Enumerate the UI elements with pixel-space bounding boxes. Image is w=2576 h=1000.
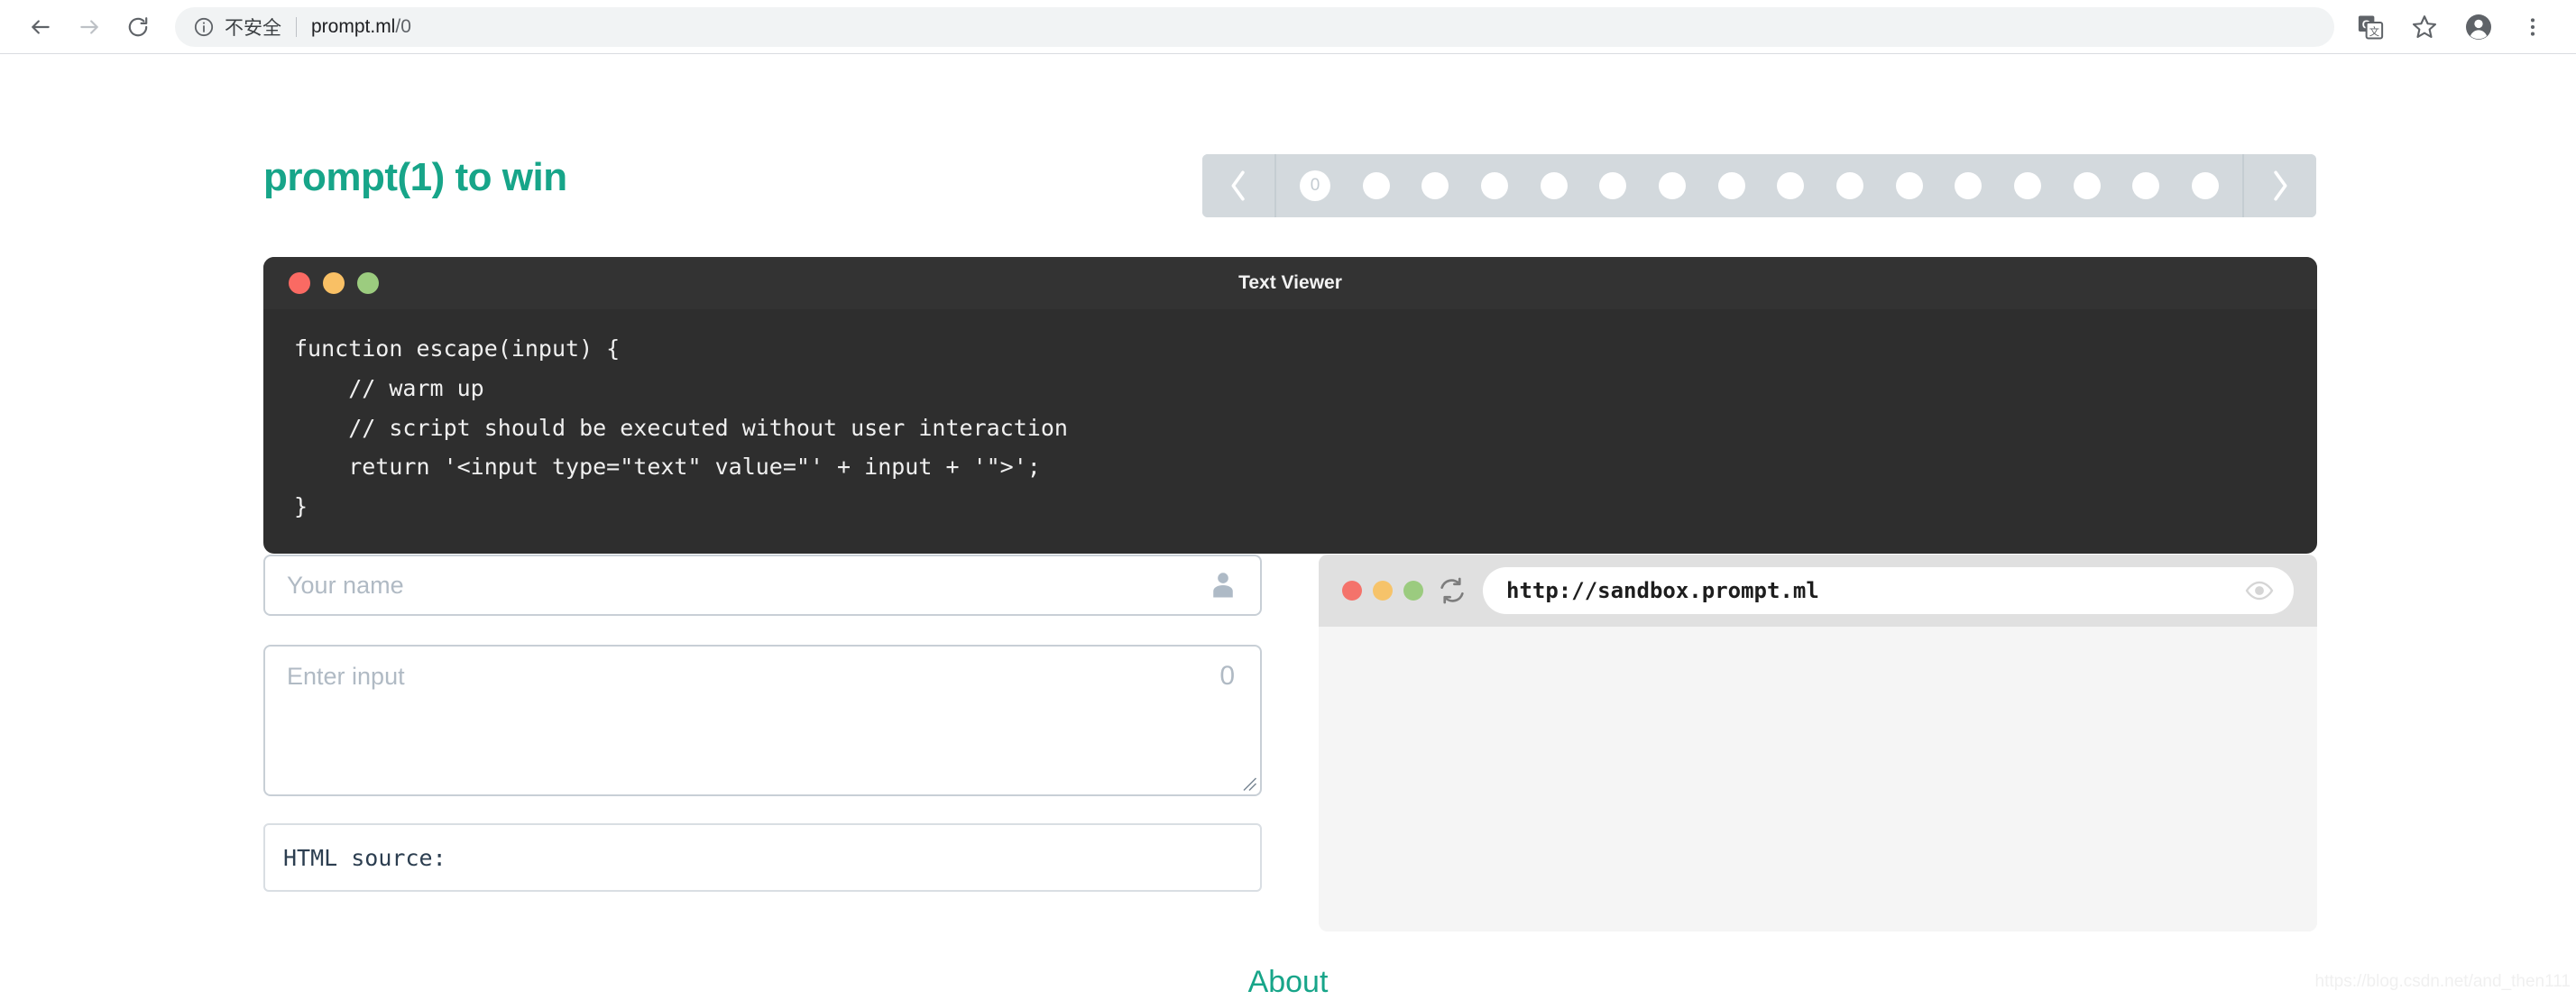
reload-icon: [128, 17, 148, 37]
chevron-left-icon: [1231, 170, 1245, 201]
back-arrow-icon: [32, 20, 50, 34]
sandbox-url-bar[interactable]: http://sandbox.prompt.ml: [1483, 567, 2294, 614]
pager-dot-1[interactable]: [1362, 172, 1390, 199]
pager-dot-8[interactable]: [1777, 172, 1805, 199]
url-host: prompt.ml: [311, 16, 396, 37]
sandbox-toolbar: http://sandbox.prompt.ml: [1319, 555, 2317, 627]
pager-prev-button[interactable]: [1202, 154, 1276, 217]
pager-dot-5[interactable]: [1599, 172, 1627, 199]
browser-actions: G 文: [2343, 4, 2560, 50]
pager-dot-11[interactable]: [1955, 172, 1983, 199]
sandbox-window-controls: [1342, 581, 1423, 601]
character-counter: 0: [1219, 661, 1235, 691]
pager-dot-10[interactable]: [1895, 172, 1923, 199]
site-info-icon[interactable]: [193, 16, 215, 38]
pager-dot-13[interactable]: [2073, 172, 2101, 199]
sandbox-close-button[interactable]: [1342, 581, 1362, 601]
reload-button[interactable]: [114, 3, 162, 51]
pager-dot-7[interactable]: [1717, 172, 1745, 199]
bookmark-star-icon[interactable]: [2401, 4, 2448, 50]
security-status-label: 不安全: [225, 17, 281, 39]
payload-textarea-wrapper[interactable]: Enter input 0: [263, 645, 1262, 796]
about-link[interactable]: About: [0, 965, 2576, 1000]
sandbox-preview-panel: http://sandbox.prompt.ml: [1319, 555, 2317, 931]
payload-input-placeholder: Enter input: [287, 663, 405, 690]
pager-dot-4[interactable]: [1540, 172, 1568, 199]
pager-dot-6[interactable]: [1658, 172, 1686, 199]
forward-arrow-icon: [80, 20, 98, 34]
text-viewer-body: function escape(input) { // warm up // s…: [263, 309, 2317, 554]
name-input-placeholder: Your name: [287, 571, 404, 599]
pager-dot-list: 0: [1276, 154, 2242, 217]
sandbox-maximize-button[interactable]: [1403, 581, 1423, 601]
resize-handle[interactable]: [1241, 775, 1257, 792]
watermark-text: https://blog.csdn.net/and_then111: [2314, 972, 2571, 991]
pager-dot-0[interactable]: 0: [1300, 170, 1330, 201]
text-viewer-panel: Text Viewer function escape(input) { // …: [263, 257, 2317, 554]
pager-dot-3[interactable]: [1480, 172, 1508, 199]
challenge-source-code: function escape(input) { // warm up // s…: [294, 335, 1068, 519]
sandbox-refresh-icon[interactable]: [1438, 576, 1467, 605]
pager-dot-2[interactable]: [1421, 172, 1449, 199]
page-title: prompt(1) to win: [263, 155, 567, 200]
sandbox-minimize-button[interactable]: [1373, 581, 1393, 601]
back-button[interactable]: [16, 3, 65, 51]
pager-next-button[interactable]: [2242, 154, 2316, 217]
html-source-output: HTML source:: [263, 823, 1262, 892]
eye-icon[interactable]: [2245, 580, 2274, 601]
svg-text:文: 文: [2369, 25, 2379, 38]
url-text: prompt.ml/0: [311, 16, 411, 38]
name-input-wrapper[interactable]: Your name: [263, 555, 1262, 616]
url-path: /0: [395, 16, 411, 37]
html-source-label: HTML source:: [283, 844, 446, 871]
pager-dot-12[interactable]: [2013, 172, 2041, 199]
person-icon: [1208, 570, 1238, 601]
pager-dot-15[interactable]: [2191, 172, 2219, 199]
text-viewer-title: Text Viewer: [1238, 272, 1342, 293]
chrome-menu-icon[interactable]: [2509, 4, 2556, 50]
address-bar[interactable]: 不安全 prompt.ml/0: [175, 7, 2334, 47]
forward-button[interactable]: [65, 3, 114, 51]
chevron-right-icon: [2274, 170, 2287, 201]
level-pagination: 0: [1202, 154, 2316, 217]
page-content: prompt(1) to win 0 Text Viewer function …: [0, 54, 2576, 1000]
pager-dot-14[interactable]: [2132, 172, 2160, 199]
sandbox-render-area: [1319, 627, 2317, 931]
browser-toolbar: 不安全 prompt.ml/0 G 文: [0, 0, 2576, 54]
omnibox-divider: [296, 17, 297, 37]
text-viewer-titlebar: Text Viewer: [263, 257, 2317, 309]
profile-avatar-icon[interactable]: [2455, 4, 2502, 50]
translate-icon[interactable]: G 文: [2347, 4, 2394, 50]
challenge-form: Your name Enter input 0 HTML source:: [263, 555, 1262, 892]
pager-dot-9[interactable]: [1835, 172, 1863, 199]
sandbox-url-text: http://sandbox.prompt.ml: [1506, 578, 1819, 603]
